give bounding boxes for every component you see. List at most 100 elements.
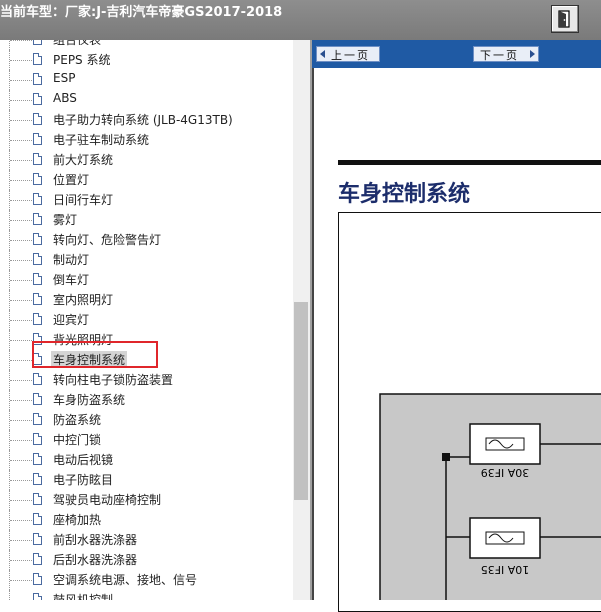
tree-connector bbox=[10, 460, 32, 461]
tree-item-label: 座椅加热 bbox=[53, 513, 102, 527]
document-icon bbox=[33, 53, 42, 65]
tree-item-label: ESP bbox=[53, 71, 76, 85]
tree-item-label: 组合仪表 bbox=[53, 40, 102, 47]
tree-item-label: 日间行车灯 bbox=[53, 193, 114, 207]
tree-item[interactable]: 室内照明灯 bbox=[0, 290, 290, 310]
selection-highlight-annotation bbox=[32, 341, 158, 368]
tree-item[interactable]: 倒车灯 bbox=[0, 270, 290, 290]
document-icon bbox=[33, 393, 42, 405]
tree-item[interactable]: 后刮水器洗涤器 bbox=[0, 550, 290, 570]
tree-item[interactable]: 位置灯 bbox=[0, 170, 290, 190]
prev-page-label: 上一页 bbox=[331, 49, 370, 62]
tree-item-label: PEPS 系统 bbox=[53, 53, 111, 67]
arrow-left-icon bbox=[320, 50, 325, 58]
tree-item-label: 空调系统电源、接地、信号 bbox=[53, 573, 198, 587]
document-icon bbox=[33, 533, 42, 545]
tree-item[interactable]: 迎宾灯 bbox=[0, 310, 290, 330]
tree-item[interactable]: 转向柱电子锁防盗装置 bbox=[0, 370, 290, 390]
fuse-1-label: 30A IF39 bbox=[481, 466, 530, 479]
tree-connector bbox=[10, 120, 32, 121]
tree-connector bbox=[10, 160, 32, 161]
tree-item-label: 电动后视镜 bbox=[53, 453, 114, 467]
tree-item-label: 车身防盗系统 bbox=[53, 393, 126, 407]
tree-connector bbox=[10, 180, 32, 181]
tree-item-label: 转向柱电子锁防盗装置 bbox=[53, 373, 174, 387]
document-icon bbox=[33, 93, 42, 105]
document-icon bbox=[33, 40, 42, 45]
tree-item[interactable]: ABS bbox=[0, 90, 290, 110]
tree-item-label: 电子助力转向系统 (JLB-4G13TB) bbox=[53, 113, 233, 127]
tree-item[interactable]: 座椅加热 bbox=[0, 510, 290, 530]
document-icon bbox=[33, 253, 42, 265]
exit-button[interactable] bbox=[551, 5, 579, 33]
tree-connector bbox=[10, 380, 32, 381]
tree-connector bbox=[10, 500, 32, 501]
document-icon bbox=[33, 153, 42, 165]
tree-connector bbox=[10, 100, 32, 101]
tree-item-label: 驾驶员电动座椅控制 bbox=[53, 493, 162, 507]
tree-connector bbox=[10, 580, 32, 581]
document-icon bbox=[33, 193, 42, 205]
tree-item[interactable]: 电子助力转向系统 (JLB-4G13TB) bbox=[0, 110, 290, 130]
arrow-right-icon bbox=[530, 50, 535, 58]
tree-item[interactable]: 雾灯 bbox=[0, 210, 290, 230]
tree-item-label: 鼓风机控制 bbox=[53, 593, 114, 600]
next-page-button[interactable]: 下一页 bbox=[473, 46, 539, 62]
tree-connector bbox=[10, 40, 32, 41]
tree-connector bbox=[10, 240, 32, 241]
tree-connector bbox=[10, 400, 32, 401]
tree-item[interactable]: ESP bbox=[0, 70, 290, 90]
tree-item-label: 雾灯 bbox=[53, 213, 78, 227]
tree-item-label: 迎宾灯 bbox=[53, 313, 90, 327]
document-icon bbox=[33, 73, 42, 85]
tree-connector bbox=[10, 480, 32, 481]
tree-item[interactable]: 制动灯 bbox=[0, 250, 290, 270]
tree-connector bbox=[9, 40, 10, 50]
tree-item[interactable]: 电子驻车制动系统 bbox=[0, 130, 290, 150]
document-icon bbox=[33, 313, 42, 325]
tree-item[interactable]: 前刮水器洗涤器 bbox=[0, 530, 290, 550]
tree-item[interactable]: 电子防眩目 bbox=[0, 470, 290, 490]
tree-item[interactable]: 空调系统电源、接地、信号 bbox=[0, 570, 290, 590]
document-icon bbox=[33, 373, 42, 385]
tree-connector bbox=[9, 590, 10, 600]
tree-connector bbox=[10, 60, 32, 61]
tree-item[interactable]: 日间行车灯 bbox=[0, 190, 290, 210]
document-icon bbox=[33, 173, 42, 185]
catalog-tree: 组合仪表 PEPS 系统 ESP ABS 电子助力转向系统 (JLB-4G13TB) 电子… bbox=[0, 40, 293, 600]
prev-page-button[interactable]: 上一页 bbox=[316, 46, 380, 62]
tree-item[interactable]: 鼓风机控制 bbox=[0, 590, 290, 600]
tree-item-label: 防盗系统 bbox=[53, 413, 102, 427]
tree-item-label: 电子防眩目 bbox=[53, 473, 114, 487]
tree-item[interactable]: 驾驶员电动座椅控制 bbox=[0, 490, 290, 510]
tree-connector bbox=[10, 140, 32, 141]
document-icon bbox=[33, 433, 42, 445]
tree-item[interactable]: 防盗系统 bbox=[0, 410, 290, 430]
title-bar: 当前车型：厂家:J-吉利汽车帝豪GS2017-2018 bbox=[0, 0, 601, 40]
tree-item-label: 转向灯、危险警告灯 bbox=[53, 233, 162, 247]
tree-item[interactable]: 车身防盗系统 bbox=[0, 390, 290, 410]
tree-scrollbar[interactable] bbox=[293, 40, 310, 600]
tree-item-label: 位置灯 bbox=[53, 173, 90, 187]
tree-connector bbox=[10, 220, 32, 221]
tree-item-label: 制动灯 bbox=[53, 253, 90, 267]
tree-item[interactable]: 组合仪表 bbox=[0, 40, 290, 50]
tree-item-label: 后刮水器洗涤器 bbox=[53, 553, 138, 567]
tree-item[interactable]: PEPS 系统 bbox=[0, 50, 290, 70]
document-icon bbox=[33, 493, 42, 505]
document-icon bbox=[33, 573, 42, 585]
document-icon bbox=[33, 133, 42, 145]
tree-item[interactable]: 中控门锁 bbox=[0, 430, 290, 450]
tree-item[interactable]: 电动后视镜 bbox=[0, 450, 290, 470]
tree-item[interactable]: 转向灯、危险警告灯 bbox=[0, 230, 290, 250]
tree-connector bbox=[10, 560, 32, 561]
document-icon bbox=[33, 553, 42, 565]
document-icon bbox=[33, 233, 42, 245]
scrollbar-thumb[interactable] bbox=[294, 302, 308, 500]
tree-item-label: 倒车灯 bbox=[53, 273, 90, 287]
tree-connector bbox=[10, 540, 32, 541]
tree-item[interactable]: 前大灯系统 bbox=[0, 150, 290, 170]
tree-item-label: 前刮水器洗涤器 bbox=[53, 533, 138, 547]
document-title: 车身控制系统 bbox=[338, 182, 471, 207]
exit-door-icon bbox=[558, 10, 570, 28]
